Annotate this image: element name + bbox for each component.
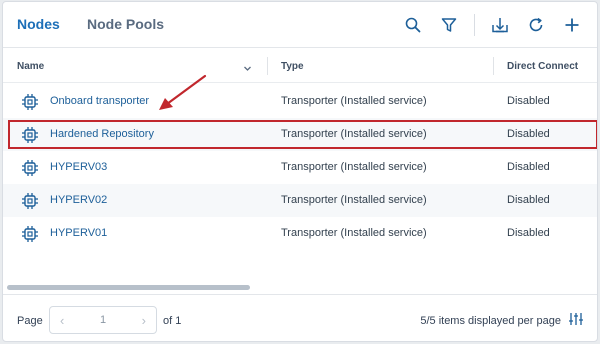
node-direct-connect: Disabled (507, 161, 550, 173)
node-direct-connect: Disabled (507, 227, 550, 239)
node-chip-icon (21, 159, 39, 182)
table-row[interactable]: HYPERV03 Transporter (Installed service)… (3, 151, 597, 184)
node-type: Transporter (Installed service) (281, 95, 427, 107)
chevron-right-icon[interactable]: › (142, 313, 146, 328)
download-icon[interactable] (489, 14, 511, 36)
add-icon[interactable] (561, 14, 583, 36)
column-header-name[interactable]: Name (17, 61, 44, 72)
column-divider[interactable] (493, 57, 494, 75)
node-type: Transporter (Installed service) (281, 161, 427, 173)
pagination-footer: Page ‹ 1 › of 1 5/5 items displayed per … (3, 294, 597, 341)
table-row[interactable]: HYPERV01 Transporter (Installed service)… (3, 217, 597, 250)
highlight-box (8, 120, 597, 149)
node-name[interactable]: HYPERV02 (50, 194, 107, 206)
node-direct-connect: Disabled (507, 194, 550, 206)
refresh-icon[interactable] (525, 14, 547, 36)
node-chip-icon (21, 225, 39, 248)
node-name[interactable]: HYPERV01 (50, 227, 107, 239)
toolbar (388, 14, 583, 36)
node-type: Transporter (Installed service) (281, 227, 427, 239)
chevron-down-icon[interactable] (243, 60, 252, 78)
toolbar-divider (474, 14, 475, 36)
node-name[interactable]: Onboard transporter (50, 95, 149, 107)
tab-nodes[interactable]: Nodes (17, 16, 60, 32)
nodes-panel: Nodes Node Pools Name Type Direct Connec… (2, 1, 598, 342)
page-label: Page (17, 315, 43, 327)
column-divider[interactable] (267, 57, 268, 75)
panel-header: Nodes Node Pools (3, 2, 597, 48)
table-header: Name Type Direct Connect (3, 49, 597, 83)
page-count: of 1 (163, 315, 182, 327)
node-type: Transporter (Installed service) (281, 194, 427, 206)
horizontal-scrollbar[interactable] (7, 285, 250, 290)
node-chip-icon (21, 192, 39, 215)
table-row[interactable]: Onboard transporter Transporter (Install… (3, 85, 597, 118)
items-per-page-label: 5/5 items displayed per page (420, 315, 561, 327)
page-number-input[interactable]: 1 (50, 314, 156, 326)
annotation-arrow-icon (159, 74, 207, 110)
search-icon[interactable] (402, 14, 424, 36)
table-row[interactable]: HYPERV02 Transporter (Installed service)… (3, 184, 597, 217)
node-chip-icon (21, 93, 39, 116)
node-name[interactable]: HYPERV03 (50, 161, 107, 173)
node-direct-connect: Disabled (507, 95, 550, 107)
tab-node-pools[interactable]: Node Pools (87, 16, 164, 32)
sliders-icon[interactable] (569, 312, 583, 331)
filter-icon[interactable] (438, 14, 460, 36)
column-header-type[interactable]: Type (281, 61, 304, 72)
page-selector: ‹ 1 › (49, 306, 157, 334)
column-header-direct-connect[interactable]: Direct Connect (507, 61, 578, 72)
